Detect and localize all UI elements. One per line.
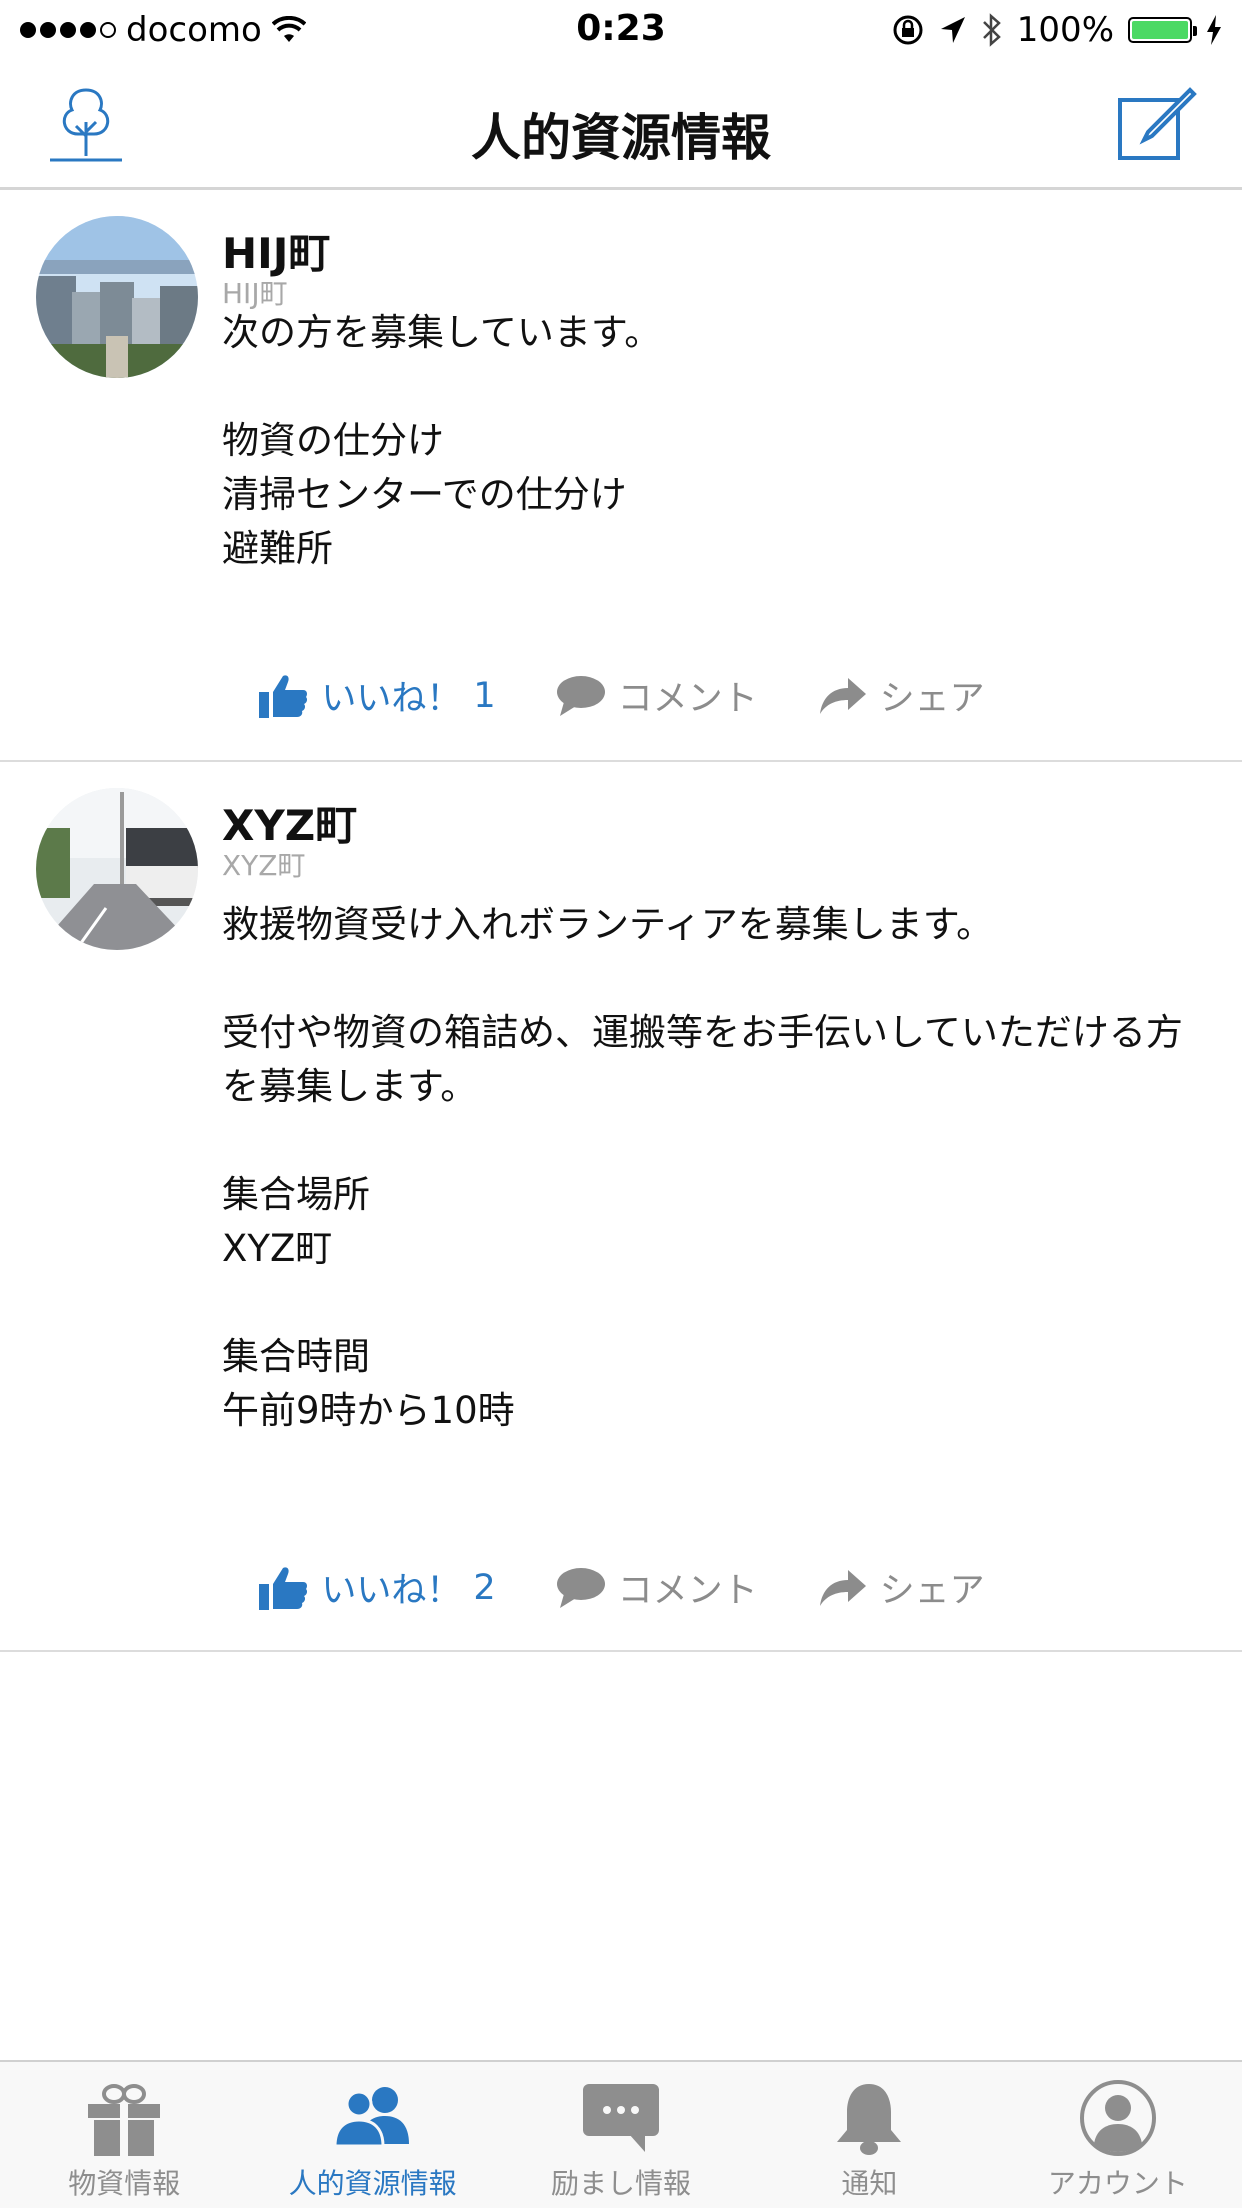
compose-icon[interactable] bbox=[1114, 80, 1198, 164]
tab-label: 通知 bbox=[841, 2167, 898, 2200]
status-right: 100% bbox=[891, 10, 1222, 50]
tab-notifications[interactable]: 通知 bbox=[745, 2062, 993, 2208]
tab-label: アカウント bbox=[1047, 2167, 1188, 2200]
comment-bubble-icon bbox=[556, 1567, 605, 1608]
battery-level bbox=[1132, 21, 1188, 39]
share-label: シェア bbox=[879, 1571, 985, 1611]
share-arrow-icon bbox=[819, 1569, 866, 1606]
post-body: 次の方を募集しています。 物資の仕分け 清掃センターでの仕分け 避難所 bbox=[222, 311, 662, 570]
share-label: シェア bbox=[879, 679, 985, 719]
account-icon bbox=[1079, 2080, 1156, 2156]
like-count: 1 bbox=[473, 675, 496, 716]
post-author-handle: XYZ町 bbox=[222, 849, 306, 882]
gift-icon bbox=[88, 2084, 161, 2156]
location-arrow-icon bbox=[940, 17, 965, 43]
people-icon bbox=[333, 2087, 409, 2148]
like-button[interactable]: いいね！ 1 bbox=[257, 670, 496, 721]
battery-percent: 100% bbox=[1016, 10, 1114, 50]
post-body: 救援物資受け入れボランティアを募集します。 受付や物資の箱詰め、運搬等をお手伝い… bbox=[222, 903, 1183, 1432]
tab-label: 物資情報 bbox=[68, 2167, 181, 2200]
thumbs-up-icon bbox=[259, 674, 308, 718]
tab-encouragement[interactable]: 励まし情報 bbox=[497, 2062, 745, 2208]
comment-bubble-icon bbox=[556, 675, 605, 716]
feed: HIJ町 HIJ町 次の方を募集しています。 物資の仕分け 清掃センターでの仕分… bbox=[0, 190, 1242, 1652]
orientation-lock-icon bbox=[893, 15, 923, 45]
tab-account[interactable]: アカウント bbox=[994, 2062, 1242, 2208]
like-label: いいね！ bbox=[321, 1571, 462, 1611]
tab-supplies[interactable]: 物資情報 bbox=[0, 2062, 248, 2208]
like-label: いいね！ bbox=[321, 679, 462, 719]
like-count: 2 bbox=[473, 1567, 496, 1608]
nav-bar: 人的資源情報 bbox=[0, 60, 1242, 190]
bell-icon bbox=[837, 2084, 902, 2155]
post-card[interactable]: HIJ町 HIJ町 次の方を募集しています。 物資の仕分け 清掃センターでの仕分… bbox=[0, 190, 1242, 762]
page-title: 人的資源情報 bbox=[471, 109, 771, 167]
post-card[interactable]: XYZ町 XYZ町 救援物資受け入れボランティアを募集します。 受付や物資の箱詰… bbox=[0, 762, 1242, 1652]
post-actions: いいね！ 2 コメント シェア bbox=[0, 1562, 1242, 1613]
status-bar: docomo 0:23 100% bbox=[0, 0, 1242, 60]
share-button[interactable]: シェア bbox=[818, 670, 985, 721]
avatar[interactable] bbox=[36, 788, 198, 950]
tab-label: 人的資源情報 bbox=[288, 2167, 457, 2200]
comment-button[interactable]: コメント bbox=[556, 1562, 758, 1613]
tab-label: 励まし情報 bbox=[551, 2167, 692, 2200]
share-button[interactable]: シェア bbox=[818, 1562, 985, 1613]
like-button[interactable]: いいね！ 2 bbox=[257, 1562, 496, 1613]
charging-icon bbox=[1207, 15, 1221, 45]
comment-button[interactable]: コメント bbox=[556, 670, 758, 721]
post-actions: いいね！ 1 コメント シェア bbox=[0, 670, 1242, 721]
bluetooth-icon bbox=[982, 13, 1001, 47]
tab-bar: 物資情報 人的資源情報 励まし情報 通知 アカウント bbox=[0, 2060, 1242, 2208]
chat-bubble-icon bbox=[583, 2084, 660, 2152]
comment-label: コメント bbox=[617, 679, 758, 719]
share-arrow-icon bbox=[819, 677, 866, 714]
avatar[interactable] bbox=[36, 216, 198, 378]
battery-icon bbox=[1128, 17, 1197, 43]
comment-label: コメント bbox=[617, 1571, 758, 1611]
thumbs-up-icon bbox=[259, 1566, 308, 1610]
tab-human-resources[interactable]: 人的資源情報 bbox=[248, 2062, 496, 2208]
